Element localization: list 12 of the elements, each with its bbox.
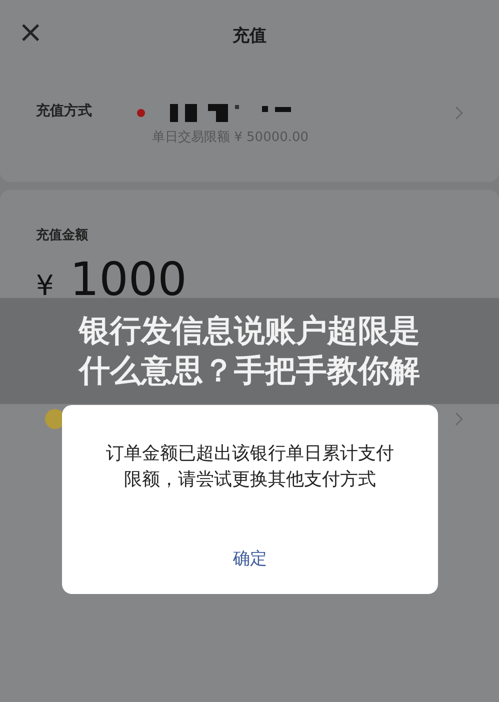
- chevron-right-icon[interactable]: [455, 412, 463, 426]
- field-label: 充值方式: [36, 102, 93, 120]
- chevron-right-icon[interactable]: [455, 106, 463, 120]
- bank-icon: [136, 108, 146, 118]
- page-title: 充值: [232, 24, 266, 46]
- dialog-message: 订单金额已超出该银行单日累计支付限额，请尝试更换其他支付方式: [105, 442, 395, 492]
- field-label: 充值金额: [36, 226, 89, 244]
- currency-symbol: ¥: [36, 272, 54, 300]
- caption-text: 银行发信息说账户超限是什么意思？手把手教你解: [79, 312, 420, 391]
- amount-value[interactable]: 1000: [70, 256, 187, 302]
- close-icon[interactable]: ×: [18, 18, 44, 48]
- confirm-button[interactable]: 确定: [219, 541, 281, 576]
